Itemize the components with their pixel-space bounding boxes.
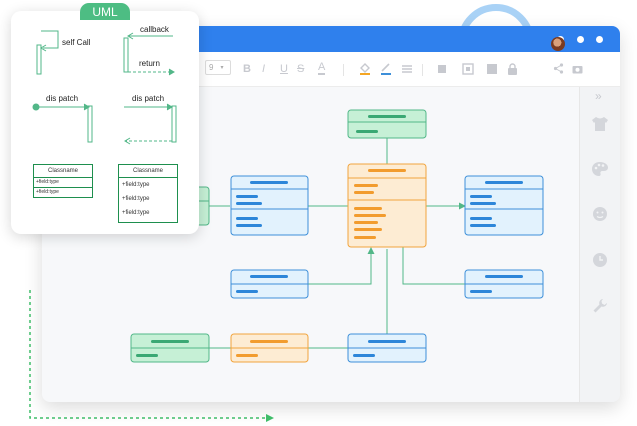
class-node-bottom-green xyxy=(130,333,210,363)
dispatch-shape-2 xyxy=(124,103,177,145)
class-node-center-orange xyxy=(347,163,427,248)
class-name: Classname xyxy=(119,165,177,178)
self-call-shape xyxy=(36,30,59,75)
class-node-bottom-blue xyxy=(347,333,427,363)
dashed-guide-arrowhead xyxy=(266,414,274,422)
dispatch-shape-1 xyxy=(36,103,93,143)
dispatch-label-2: dis patch xyxy=(132,94,165,103)
class-node-right-blue xyxy=(464,175,544,236)
class-node-mid-left-blue xyxy=(230,269,309,299)
class-field: +field:type xyxy=(122,196,150,202)
self-call-label: self Call xyxy=(62,38,91,47)
class-field: +field:type xyxy=(122,210,150,216)
class-shape-large[interactable]: Classname +field:type +field:type +field… xyxy=(118,164,178,223)
class-node-top-green xyxy=(347,109,427,139)
class-node-mid-right-blue xyxy=(464,269,544,299)
callback-label: callback xyxy=(140,25,169,34)
user-avatar[interactable] xyxy=(551,37,565,51)
class-shape-small[interactable]: Classname +field:type +field:type xyxy=(33,164,93,198)
class-field: +field:type xyxy=(122,182,150,188)
return-label: return xyxy=(139,59,160,68)
class-node-bottom-orange xyxy=(230,333,309,363)
dispatch-label-1: dis patch xyxy=(46,94,79,103)
class-name: Classname xyxy=(34,165,92,178)
callback-return-shape xyxy=(123,32,175,76)
connector xyxy=(308,247,375,285)
uml-shape-panel: UML self Call callback return dis patch … xyxy=(11,3,199,234)
class-field: +field:type xyxy=(34,178,92,188)
connector xyxy=(402,247,465,285)
class-field: +field:type xyxy=(36,189,59,195)
class-node-left-blue xyxy=(230,175,309,236)
initial-dot xyxy=(32,103,40,111)
